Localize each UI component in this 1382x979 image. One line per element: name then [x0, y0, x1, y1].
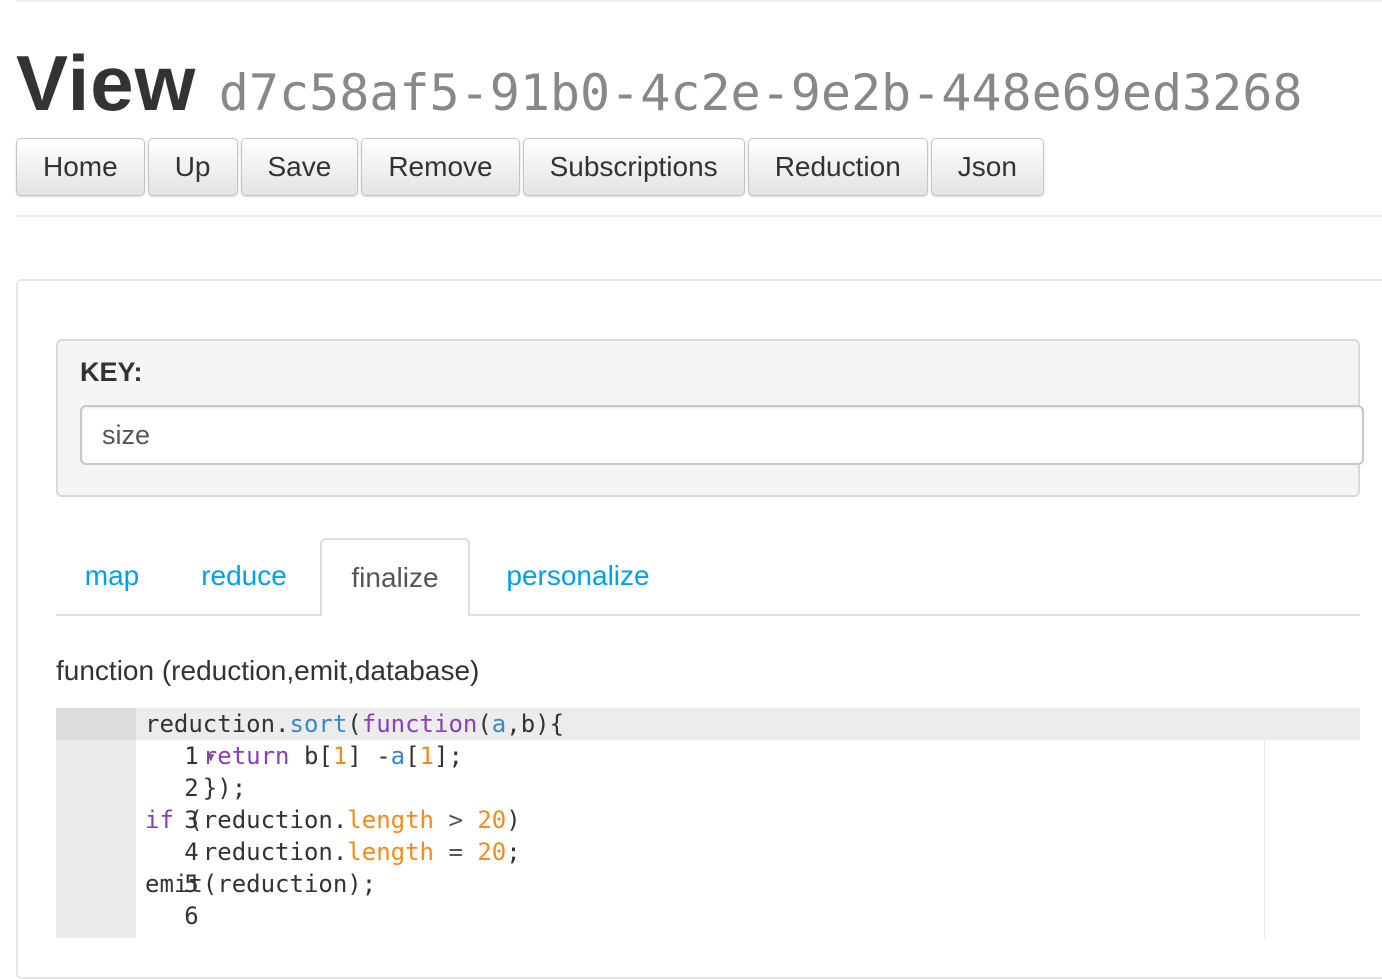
remove-button[interactable]: Remove	[361, 138, 520, 196]
code-line: 5 reduction.length = 20;	[56, 836, 520, 898]
print-margin	[1264, 740, 1265, 938]
function-signature: function (reduction,emit,database)	[56, 655, 480, 686]
top-divider	[16, 0, 1382, 2]
home-button[interactable]: Home	[16, 138, 145, 196]
code-line: 4 if (reduction.length > 20)	[56, 804, 521, 866]
page-header: View d7c58af5-91b0-4c2e-9e2b-448e69ed326…	[16, 38, 1303, 129]
header-divider	[16, 215, 1382, 217]
up-button[interactable]: Up	[147, 138, 238, 196]
tab-reduce[interactable]: reduce	[186, 538, 302, 614]
tab-map[interactable]: map	[66, 538, 158, 614]
code-lines: 1 ▼ reduction.sort(function(a,b){ 2 retur…	[56, 708, 564, 930]
key-box: KEY:	[56, 339, 1364, 497]
code-line: 2 return b[1] -a[1];	[56, 740, 463, 802]
code-editor[interactable]: 1 ▼ reduction.sort(function(a,b){ 2 retur…	[56, 708, 1360, 938]
line-number: 6	[184, 902, 199, 930]
tab-finalize[interactable]: finalize	[320, 538, 470, 616]
reduction-button[interactable]: Reduction	[747, 138, 928, 196]
subscriptions-button[interactable]: Subscriptions	[522, 138, 745, 196]
code-line: 3 });	[56, 772, 246, 834]
tab-personalize[interactable]: personalize	[486, 538, 670, 614]
view-id: d7c58af5-91b0-4c2e-9e2b-448e69ed3268	[218, 64, 1303, 122]
code-line: 1 ▼ reduction.sort(function(a,b){	[56, 708, 564, 770]
save-button[interactable]: Save	[240, 138, 359, 196]
key-input[interactable]	[80, 405, 1364, 465]
tab-bar: map reduce finalize personalize	[56, 538, 1360, 616]
page-title: View	[16, 39, 197, 127]
key-label: KEY:	[80, 357, 143, 387]
json-button[interactable]: Json	[930, 138, 1044, 196]
toolbar: Home Up Save Remove Subscriptions Reduct…	[16, 138, 1047, 196]
code-line: 6 emit(reduction);	[56, 868, 376, 930]
